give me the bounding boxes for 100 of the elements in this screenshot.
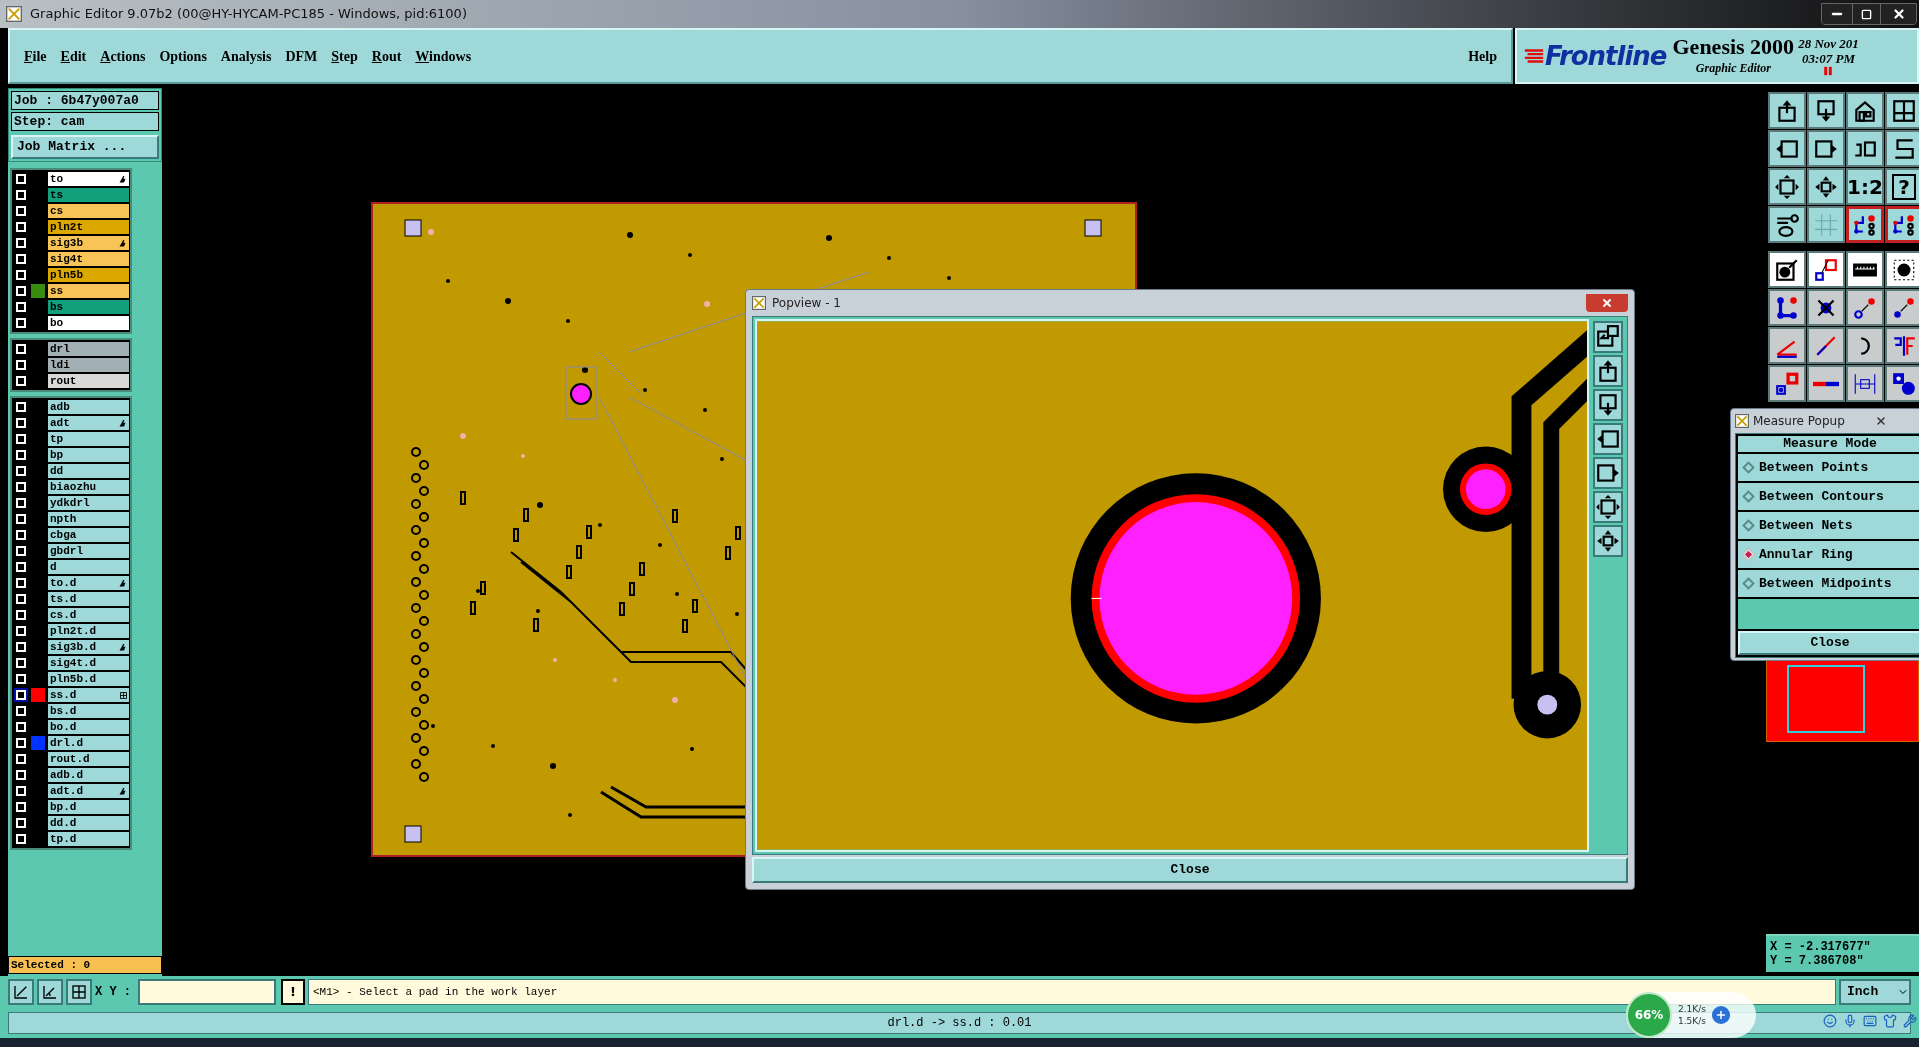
layer-checkbox[interactable] xyxy=(14,544,28,558)
layer-checkbox[interactable] xyxy=(14,640,28,654)
keyboard-icon[interactable] xyxy=(1863,1014,1877,1028)
layer-checkbox[interactable] xyxy=(14,560,28,574)
units-dropdown[interactable]: Inch xyxy=(1839,979,1911,1005)
layer-checkbox[interactable] xyxy=(14,316,28,330)
menu-item[interactable]: Help xyxy=(1468,45,1497,67)
layer-item[interactable]: sig4t.d xyxy=(48,656,129,670)
toolbar-button[interactable] xyxy=(1846,130,1884,167)
layer-checkbox[interactable] xyxy=(14,720,28,734)
toolbar-button[interactable] xyxy=(1846,92,1884,129)
smile-icon[interactable] xyxy=(1823,1014,1837,1028)
toolbar-button[interactable] xyxy=(1807,92,1845,129)
layer-checkbox[interactable] xyxy=(14,480,28,494)
toolbar-button[interactable] xyxy=(1807,289,1845,326)
layer-item[interactable]: ss xyxy=(48,284,129,298)
measure-mode-option[interactable]: Between Points xyxy=(1738,454,1919,481)
layer-item[interactable]: ydkdrl xyxy=(48,496,129,510)
layer-item[interactable]: sig3b xyxy=(48,236,129,250)
layer-item[interactable]: pln2t.d xyxy=(48,624,129,638)
close-icon[interactable] xyxy=(1874,415,1887,427)
layer-checkbox[interactable] xyxy=(14,172,28,186)
layer-item[interactable]: cs xyxy=(48,204,129,218)
view-button[interactable] xyxy=(1593,457,1623,489)
layer-checkbox[interactable] xyxy=(14,832,28,846)
layer-checkbox[interactable] xyxy=(14,576,28,590)
menu-item[interactable]: Analysis xyxy=(220,45,272,67)
view-button[interactable] xyxy=(1593,389,1623,421)
toolbar-button[interactable] xyxy=(1885,130,1919,167)
measure-mode-option[interactable]: Between Nets xyxy=(1738,512,1919,539)
menu-item[interactable]: Actions xyxy=(100,45,146,67)
layer-checkbox[interactable] xyxy=(14,592,28,606)
layer-checkbox[interactable] xyxy=(14,784,28,798)
layer-item[interactable]: sig3b.d xyxy=(48,640,129,654)
layer-checkbox[interactable] xyxy=(14,512,28,526)
layer-checkbox[interactable] xyxy=(14,816,28,830)
layer-checkbox[interactable] xyxy=(14,800,28,814)
layer-checkbox[interactable] xyxy=(14,236,28,250)
layer-item[interactable]: bp xyxy=(48,448,129,462)
popview-close-button[interactable]: Close xyxy=(752,857,1628,883)
toolbar-button[interactable] xyxy=(1846,206,1884,243)
view-button[interactable] xyxy=(1593,355,1623,387)
toolbar-button[interactable] xyxy=(1846,251,1884,288)
toolbar-button[interactable] xyxy=(1768,365,1806,402)
menu-item[interactable]: Edit xyxy=(60,45,87,67)
toolbar-button[interactable]: ? xyxy=(1885,168,1919,205)
layer-checkbox[interactable] xyxy=(14,448,28,462)
layer-item[interactable]: adt xyxy=(48,416,129,430)
layer-item[interactable]: pln5b xyxy=(48,268,129,282)
layer-item[interactable]: tp xyxy=(48,432,129,446)
layer-item[interactable]: to xyxy=(48,172,129,186)
layer-item[interactable]: rout xyxy=(48,374,129,388)
layer-item[interactable]: bo xyxy=(48,316,129,330)
layer-checkbox[interactable] xyxy=(14,252,28,266)
layer-checkbox[interactable] xyxy=(14,204,28,218)
toolbar-button[interactable] xyxy=(1768,327,1806,364)
toolbar-button[interactable] xyxy=(1807,168,1845,205)
minimize-button[interactable] xyxy=(1822,4,1852,24)
toolbar-button[interactable] xyxy=(1885,251,1919,288)
toolbar-button[interactable] xyxy=(1807,130,1845,167)
layer-item[interactable]: adb.d xyxy=(48,768,129,782)
layer-item[interactable]: to.d xyxy=(48,576,129,590)
toolbar-button[interactable] xyxy=(1768,130,1806,167)
layer-checkbox[interactable] xyxy=(14,374,28,388)
layer-item[interactable]: dd.d xyxy=(48,816,129,830)
layer-item[interactable]: pln2t xyxy=(48,220,129,234)
toolbar-button[interactable] xyxy=(1768,206,1806,243)
microphone-icon[interactable] xyxy=(1843,1014,1857,1028)
view-button[interactable] xyxy=(1593,525,1623,557)
layer-checkbox[interactable] xyxy=(14,688,28,702)
alert-button[interactable]: ! xyxy=(281,979,305,1005)
layer-item[interactable]: ts.d xyxy=(48,592,129,606)
layer-item[interactable]: gbdrl xyxy=(48,544,129,558)
view-button[interactable] xyxy=(1593,321,1623,353)
layer-item[interactable]: bs xyxy=(48,300,129,314)
layer-item[interactable]: sig4t xyxy=(48,252,129,266)
measure-close-button[interactable]: Close xyxy=(1738,631,1919,655)
layer-checkbox[interactable] xyxy=(14,220,28,234)
layer-checkbox[interactable] xyxy=(14,342,28,356)
toolbar-button[interactable] xyxy=(1768,92,1806,129)
layer-checkbox[interactable] xyxy=(14,400,28,414)
layer-item[interactable]: ts xyxy=(48,188,129,202)
layer-checkbox[interactable] xyxy=(14,496,28,510)
layer-item[interactable]: ss.d xyxy=(48,688,129,702)
toolbar-button[interactable] xyxy=(1846,327,1884,364)
layer-checkbox[interactable] xyxy=(14,528,28,542)
layer-checkbox[interactable] xyxy=(14,768,28,782)
menu-item[interactable]: File xyxy=(24,45,47,67)
view-button[interactable] xyxy=(1593,423,1623,455)
layer-checkbox[interactable] xyxy=(14,268,28,282)
measure-mode-option[interactable]: Between Midpoints xyxy=(1738,570,1919,597)
layer-item[interactable]: dd xyxy=(48,464,129,478)
view-button[interactable] xyxy=(1593,491,1623,523)
layer-item[interactable]: drl xyxy=(48,342,129,356)
toolbar-button[interactable] xyxy=(1846,289,1884,326)
tool-button[interactable] xyxy=(37,979,63,1005)
measure-mode-option[interactable]: Annular Ring xyxy=(1738,541,1919,568)
toolbar-button[interactable] xyxy=(1768,289,1806,326)
layer-checkbox[interactable] xyxy=(14,752,28,766)
toolbar-button[interactable] xyxy=(1885,92,1919,129)
